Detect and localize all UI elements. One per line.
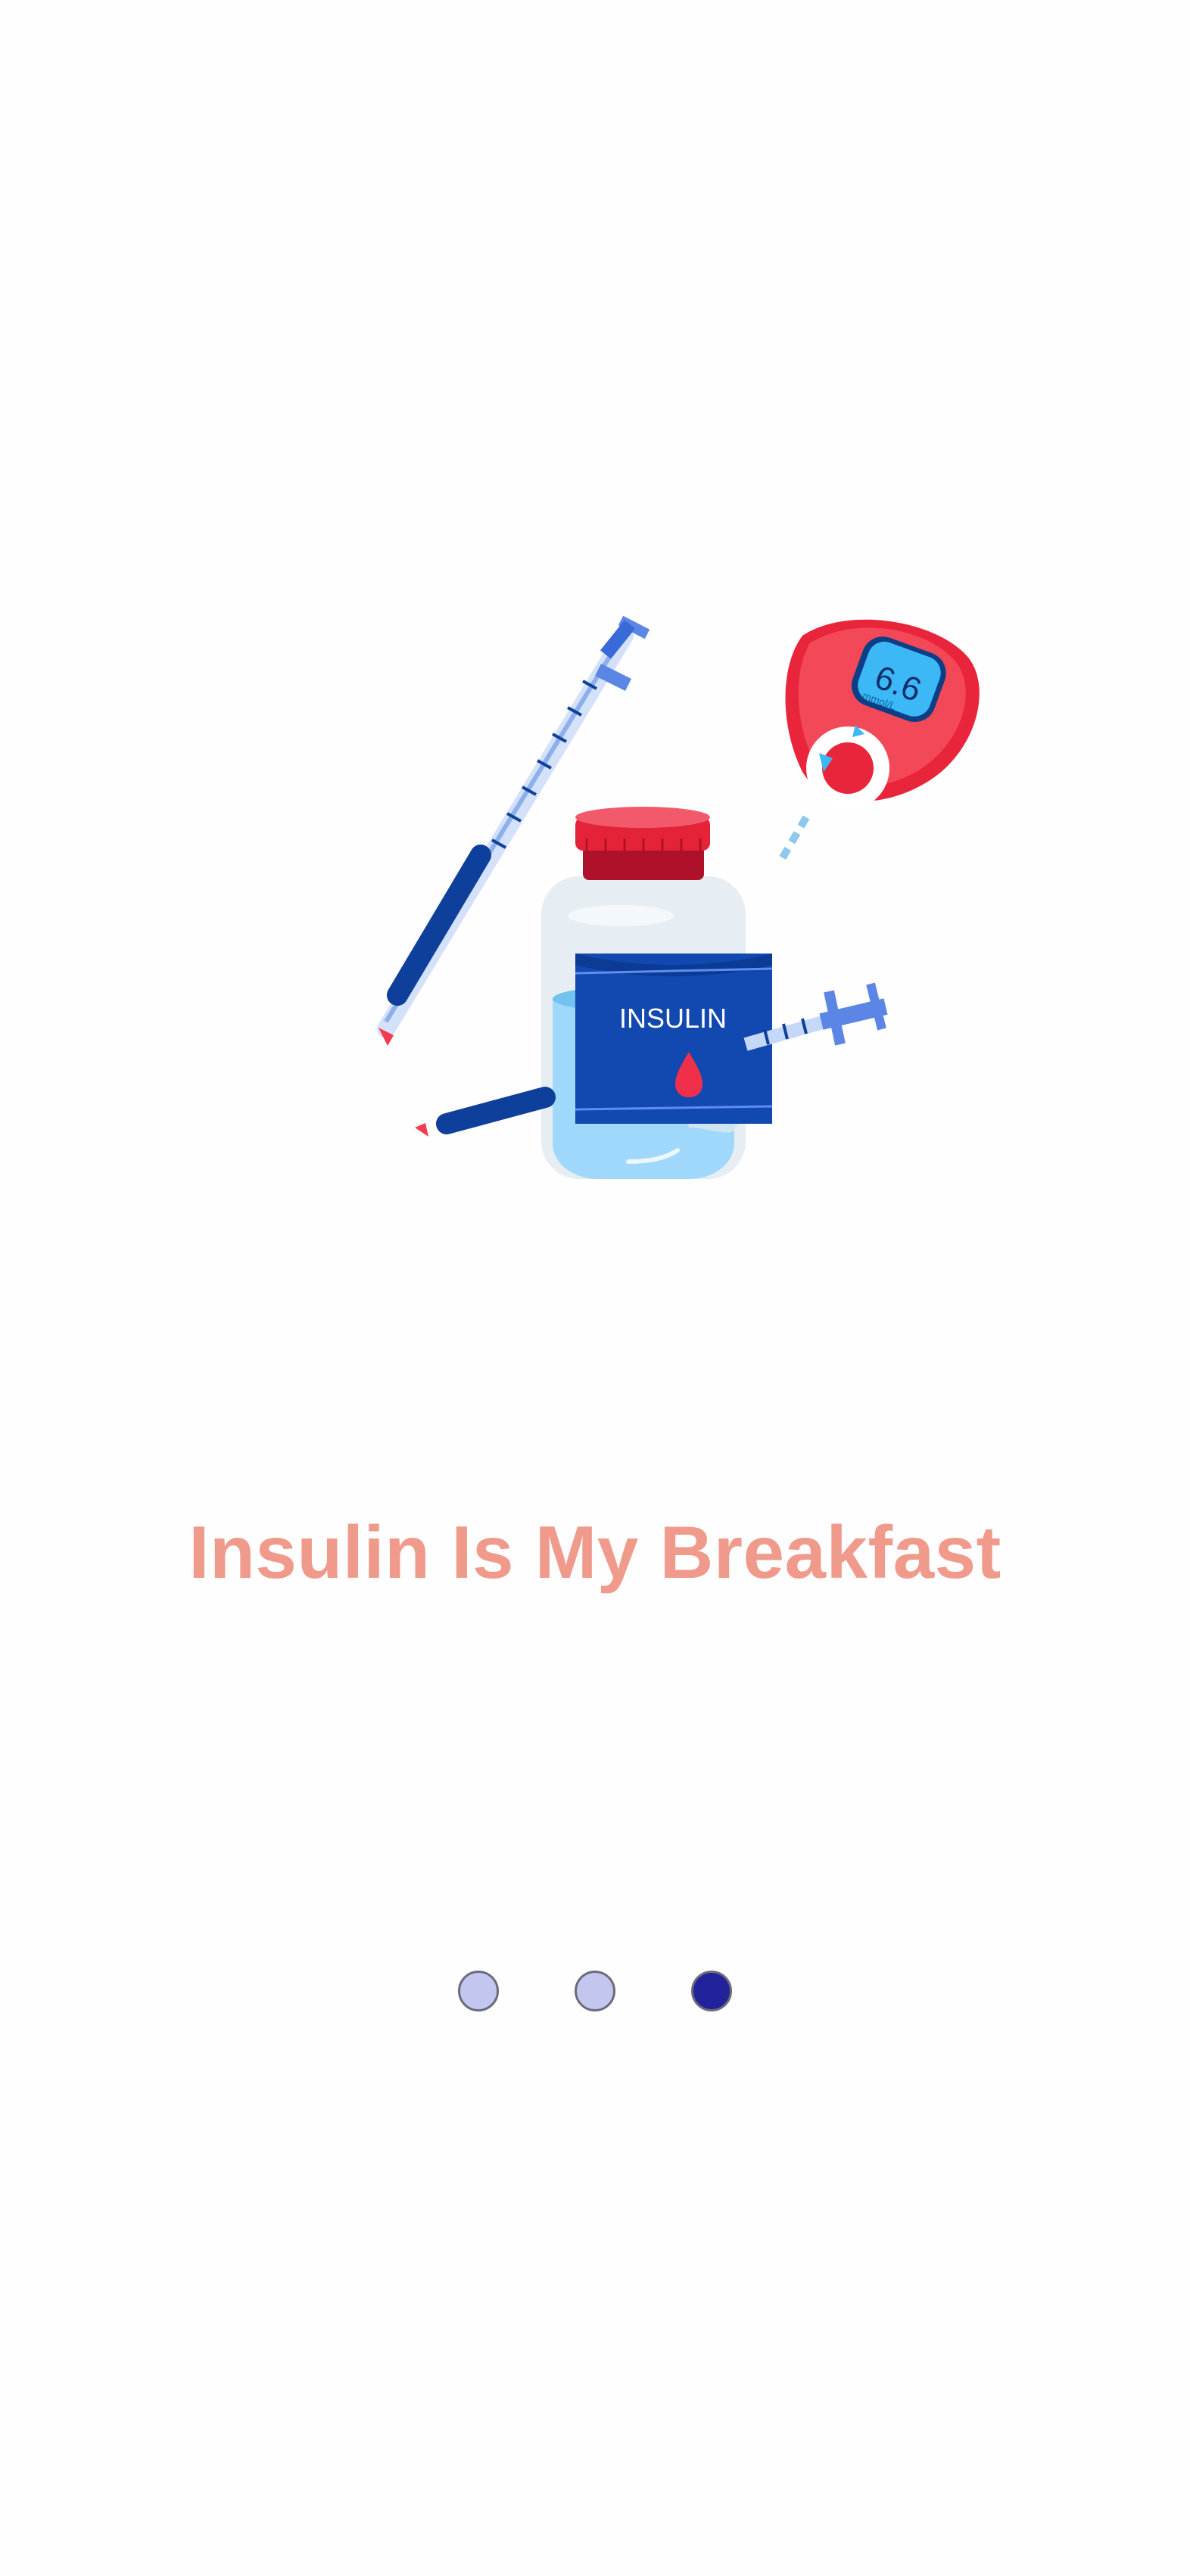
glucose-meter-icon: 6.6 mmol/L xyxy=(776,619,980,865)
onboarding-illustration: 6.6 mmol/L INSULIN xyxy=(356,598,992,1203)
insulin-vial-icon: INSULIN xyxy=(541,807,773,1179)
page-indicator xyxy=(0,1971,1190,2011)
vial-label: INSULIN xyxy=(619,1003,727,1034)
page-dot-3-active[interactable] xyxy=(691,1971,732,2011)
page-dot-2[interactable] xyxy=(575,1971,615,2011)
onboarding-title: Insulin Is My Breakfast xyxy=(188,1510,1002,1594)
page-dot-1[interactable] xyxy=(458,1971,499,2011)
